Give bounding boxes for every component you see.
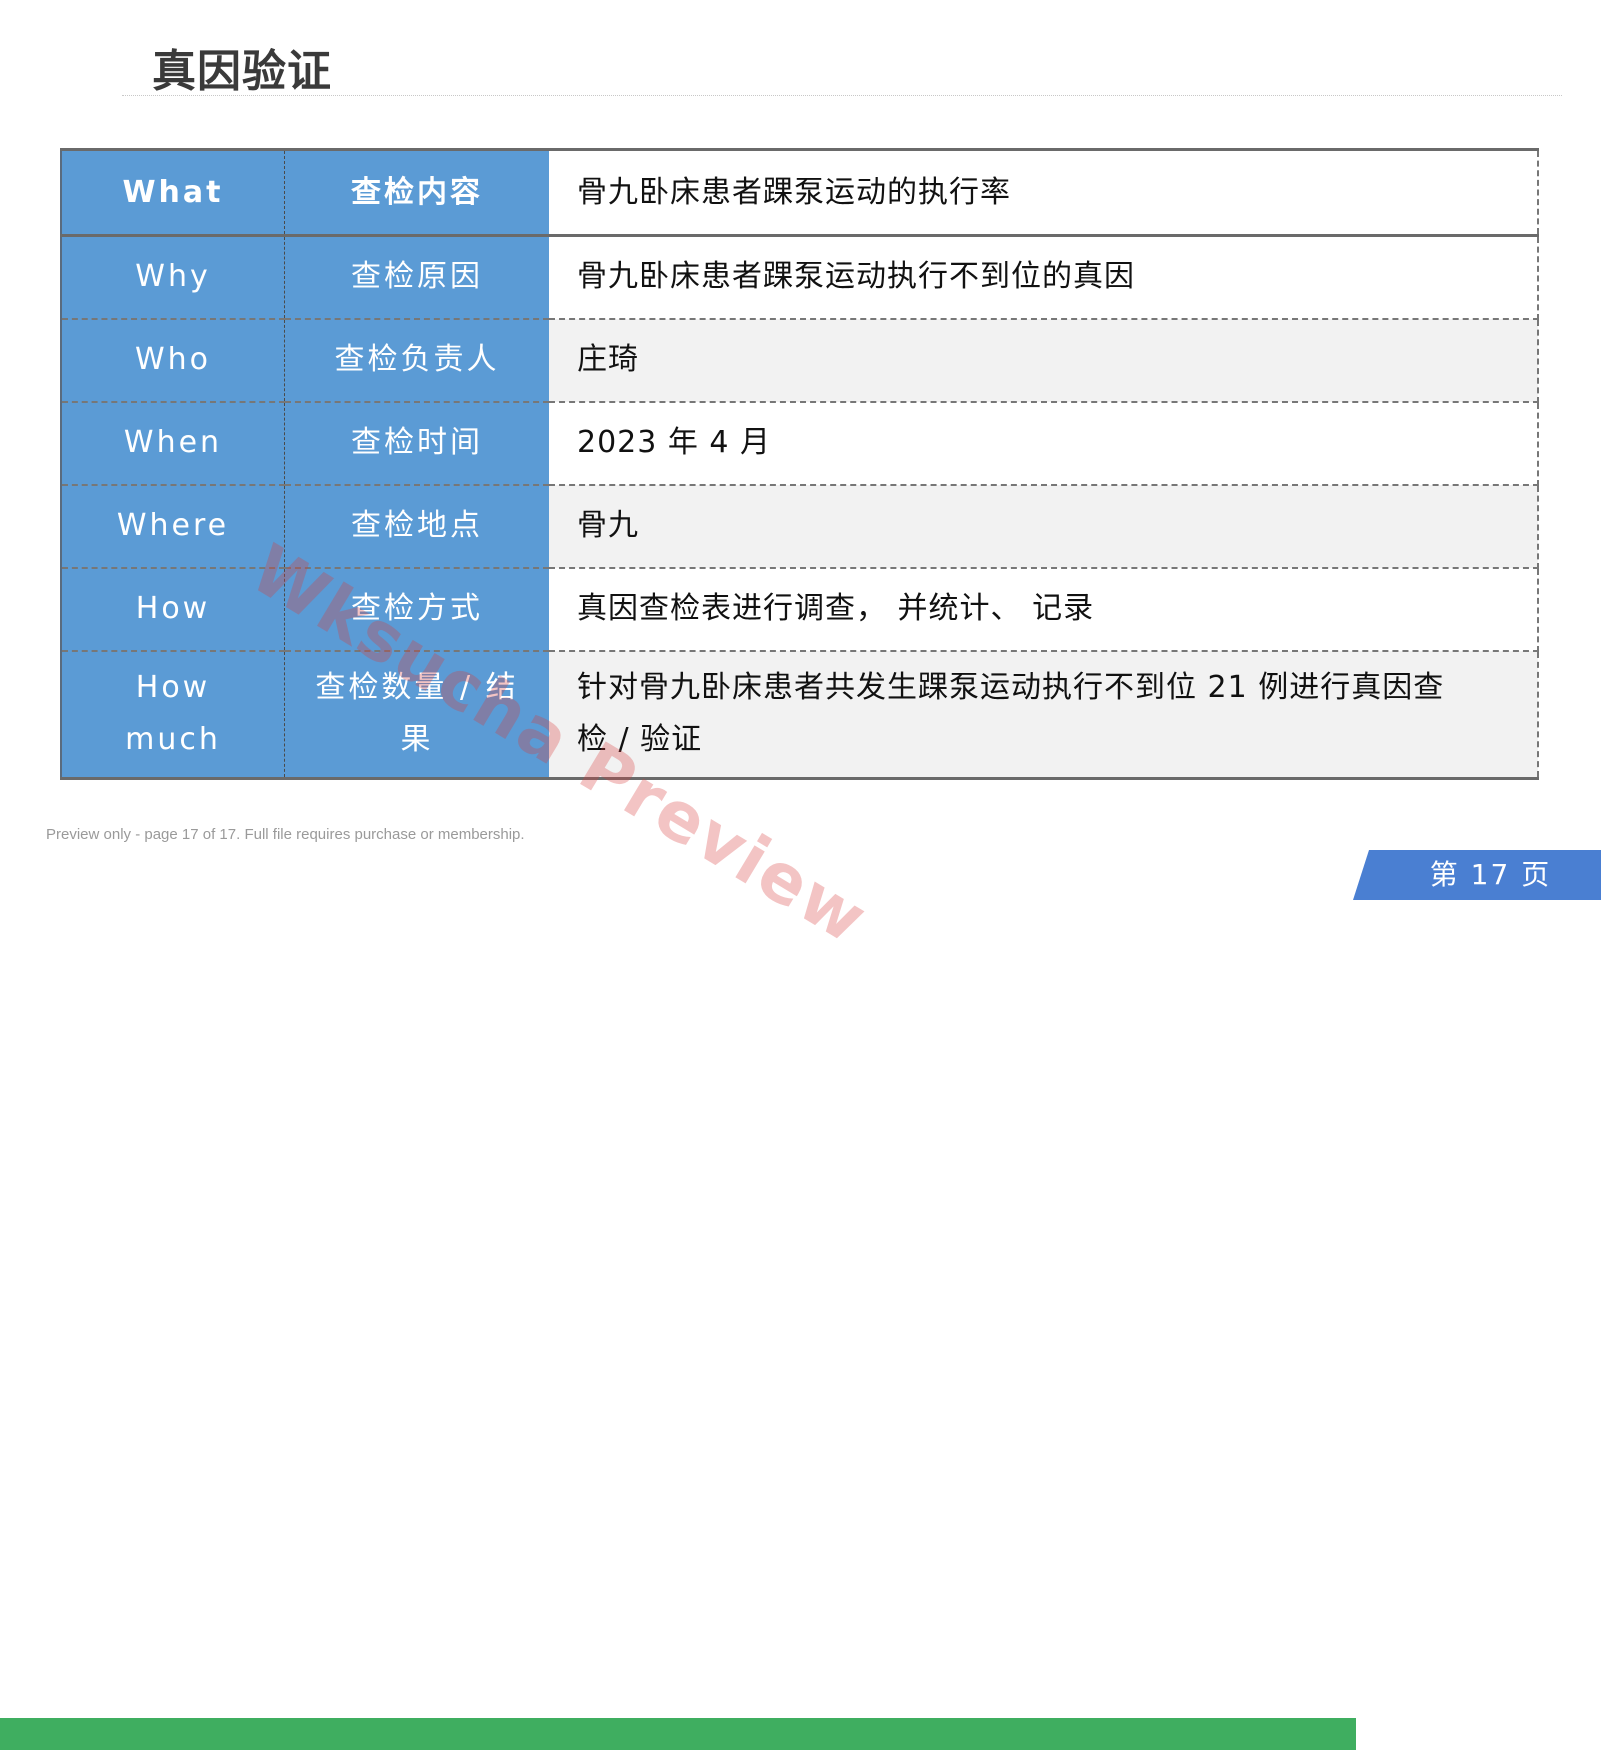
row-category: 查检方式 — [284, 567, 549, 652]
row-value: 骨九 — [549, 484, 1539, 569]
row-key: How — [60, 567, 285, 652]
row-value: 庄琦 — [549, 318, 1539, 403]
row-key: What — [60, 148, 285, 237]
row-key: How much — [60, 650, 285, 780]
row-value: 骨九卧床患者踝泵运动执行不到位的真因 — [549, 235, 1539, 320]
table-row: When 查检时间 2023 年 4 月 — [60, 401, 1539, 486]
row-value: 真因查检表进行调查， 并统计、 记录 — [549, 567, 1539, 652]
row-category: 查检负责人 — [284, 318, 549, 403]
page-number: 第 17 页 — [1429, 858, 1552, 891]
row-category: 查检地点 — [284, 484, 549, 569]
table-row: How much 查检数量 / 结果 针对骨九卧床患者共发生踝泵运动执行不到位 … — [60, 650, 1539, 780]
table-row: Who 查检负责人 庄琦 — [60, 318, 1539, 403]
row-category: 查检原因 — [284, 235, 549, 320]
title-divider — [122, 95, 1562, 96]
row-key: Why — [60, 235, 285, 320]
row-value: 骨九卧床患者踝泵运动的执行率 — [549, 148, 1539, 237]
table-row: Where 查检地点 骨九 — [60, 484, 1539, 569]
preview-notice: Preview only - page 17 of 17. Full file … — [46, 826, 525, 843]
row-category: 查检内容 — [284, 148, 549, 237]
row-key: Who — [60, 318, 285, 403]
row-category: 查检数量 / 结果 — [284, 650, 549, 780]
row-value: 针对骨九卧床患者共发生踝泵运动执行不到位 21 例进行真因查检 / 验证 — [549, 650, 1539, 780]
page-title: 真因验证 — [152, 46, 332, 97]
row-value: 2023 年 4 月 — [549, 401, 1539, 486]
table-row: What 查检内容 骨九卧床患者踝泵运动的执行率 — [60, 148, 1539, 237]
row-key: When — [60, 401, 285, 486]
row-category: 查检时间 — [284, 401, 549, 486]
footer-green-bar — [0, 1718, 1356, 1750]
row-key: Where — [60, 484, 285, 569]
table-row: How 查检方式 真因查检表进行调查， 并统计、 记录 — [60, 567, 1539, 652]
5w2h-table: What 查检内容 骨九卧床患者踝泵运动的执行率 Why 查检原因 骨九卧床患者… — [60, 148, 1539, 780]
table-row: Why 查检原因 骨九卧床患者踝泵运动执行不到位的真因 — [60, 235, 1539, 320]
